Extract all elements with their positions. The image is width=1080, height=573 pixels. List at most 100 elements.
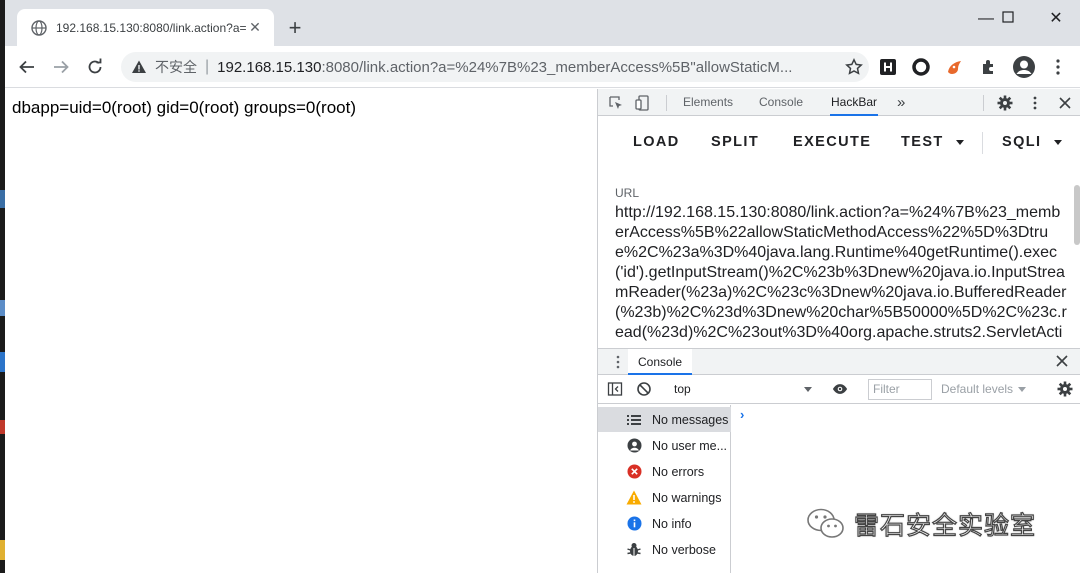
omnibox-separator: |: [205, 58, 210, 75]
hackbar-split-button[interactable]: SPLIT: [711, 134, 759, 150]
log-levels-dropdown[interactable]: Default levels: [941, 379, 1027, 400]
device-toolbar-button[interactable]: [634, 94, 652, 112]
hackbar-extension-button[interactable]: [877, 56, 899, 78]
web-page-content: dbapp=uid=0(root) gid=0(root) groups=0(r…: [5, 89, 597, 573]
hackbar-test-button[interactable]: TEST: [901, 134, 944, 150]
sidebar-toggle-icon: [607, 382, 623, 396]
execution-context-select[interactable]: top: [668, 379, 816, 399]
avatar-icon: [1013, 56, 1035, 78]
devtools-settings-button[interactable]: [996, 94, 1014, 112]
not-secure-label[interactable]: 不安全: [155, 57, 197, 77]
bookmark-star-button[interactable]: [839, 52, 869, 82]
sidebar-item-warnings[interactable]: No warnings: [598, 485, 731, 510]
circle-extension-button[interactable]: [910, 56, 932, 78]
maximize-icon: [1002, 11, 1014, 23]
kebab-menu-icon: [616, 355, 620, 369]
hackbar-toolbar: LOAD SPLIT EXECUTE TEST SQLI: [598, 116, 1080, 171]
hackbar-h-icon: [880, 59, 896, 75]
gear-icon: [997, 95, 1013, 111]
maximize-button[interactable]: [985, 6, 1031, 32]
tab-title: 192.168.15.130:8080/link.action?a=%: [56, 20, 246, 35]
window-close-button[interactable]: ✕: [1033, 6, 1079, 32]
arrow-right-icon: [54, 60, 69, 74]
console-drawer-header: Console: [598, 348, 1080, 375]
tab-elements[interactable]: Elements: [683, 89, 733, 116]
new-tab-button[interactable]: +: [281, 14, 309, 42]
hackbar-load-button[interactable]: LOAD: [633, 134, 680, 150]
error-icon: [626, 464, 642, 480]
url-text[interactable]: 192.168.15.130:8080/link.action?a=%24%7B…: [217, 59, 839, 76]
console-toolbar: top Filter Default levels: [598, 375, 1080, 404]
drawer-menu-button[interactable]: [611, 355, 625, 369]
tab-close-icon[interactable]: ✕: [246, 19, 264, 36]
hackbar-url-textarea[interactable]: http://192.168.15.130:8080/link.action?a…: [615, 203, 1067, 343]
url-path: :8080/link.action?a=%24%7B%23_memberAcce…: [321, 58, 793, 76]
devtools-divider: [666, 95, 667, 111]
kebab-menu-icon: [1056, 59, 1060, 75]
browser-tab[interactable]: 192.168.15.130:8080/link.action?a=% ✕: [17, 9, 274, 46]
sidebar-item-messages[interactable]: No messages: [598, 407, 731, 432]
sidebar-item-label: No user me...: [652, 438, 728, 453]
clear-console-button[interactable]: [636, 381, 652, 397]
background-window-edge: [0, 0, 5, 573]
wechat-watermark: 雷石安全实验室: [806, 503, 1056, 545]
drawer-tab-console[interactable]: Console: [628, 349, 693, 375]
fox-extension-button[interactable]: [944, 56, 966, 78]
gear-icon: [1057, 381, 1073, 397]
hackbar-sqli-button[interactable]: SQLI: [1002, 134, 1041, 150]
more-tabs-button[interactable]: »: [897, 89, 905, 116]
reload-button[interactable]: [82, 54, 108, 80]
hackbar-execute-button[interactable]: EXECUTE: [793, 134, 871, 150]
extensions-button[interactable]: [978, 56, 1000, 78]
tab-console[interactable]: Console: [759, 89, 803, 116]
user-icon: [626, 438, 642, 454]
eye-icon: [832, 384, 848, 394]
warning-icon: [626, 490, 642, 506]
clear-ban-icon: [637, 382, 651, 396]
sidebar-item-errors[interactable]: No errors: [598, 459, 731, 484]
sidebar-item-label: No verbose: [652, 542, 716, 557]
devtools-divider-right: [983, 95, 984, 111]
console-input-prompt[interactable]: ›: [740, 407, 744, 422]
close-icon: [1059, 97, 1071, 109]
devtools-menu-button[interactable]: [1026, 94, 1044, 112]
devtools-close-button[interactable]: [1056, 94, 1074, 112]
bug-icon: [626, 542, 642, 558]
sidebar-item-label: No errors: [652, 464, 705, 479]
console-settings-button[interactable]: [1057, 381, 1073, 397]
console-sidebar: No messages No user me... No errors No w…: [598, 405, 731, 573]
sqli-dropdown-caret-icon[interactable]: [1054, 140, 1062, 145]
puzzle-icon: [983, 60, 993, 74]
sidebar-item-info[interactable]: No info: [598, 511, 731, 536]
url-host: 192.168.15.130: [217, 58, 322, 76]
profile-button[interactable]: [1010, 53, 1038, 81]
hackbar-url-label: URL: [615, 186, 640, 200]
sidebar-item-user-messages[interactable]: No user me...: [598, 433, 731, 458]
console-sidebar-toggle[interactable]: [607, 381, 623, 397]
back-button[interactable]: [14, 54, 40, 80]
drawer-close-button[interactable]: [1055, 354, 1071, 370]
browser-toolbar: 不安全 | 192.168.15.130:8080/link.action?a=…: [5, 46, 1080, 88]
watermark-text: 雷石安全实验室: [853, 510, 1037, 540]
inspect-element-button[interactable]: [607, 94, 625, 112]
close-icon: [1056, 355, 1068, 367]
live-expression-button[interactable]: [832, 381, 848, 397]
sidebar-item-verbose[interactable]: No verbose: [598, 537, 731, 562]
console-filter-input[interactable]: Filter: [868, 379, 932, 400]
hackbar-divider: [982, 132, 983, 154]
forward-button[interactable]: [48, 54, 74, 80]
tab-hackbar[interactable]: HackBar: [830, 89, 879, 116]
devtools-panel: Elements Console HackBar » LOAD SPLIT EX…: [597, 89, 1080, 573]
chevron-down-icon: [1018, 387, 1027, 393]
chrome-menu-button[interactable]: [1047, 56, 1069, 78]
sidebar-item-label: No info: [652, 516, 692, 531]
test-dropdown-caret-icon[interactable]: [956, 140, 964, 145]
fox-icon: [948, 61, 961, 74]
address-bar[interactable]: 不安全 | 192.168.15.130:8080/link.action?a=…: [121, 52, 869, 82]
arrow-left-icon: [19, 60, 34, 74]
star-icon: [845, 58, 863, 75]
context-value: top: [674, 382, 691, 396]
list-icon: [626, 412, 642, 428]
hackbar-scrollbar[interactable]: [1074, 185, 1080, 245]
kebab-menu-icon: [1033, 96, 1037, 110]
